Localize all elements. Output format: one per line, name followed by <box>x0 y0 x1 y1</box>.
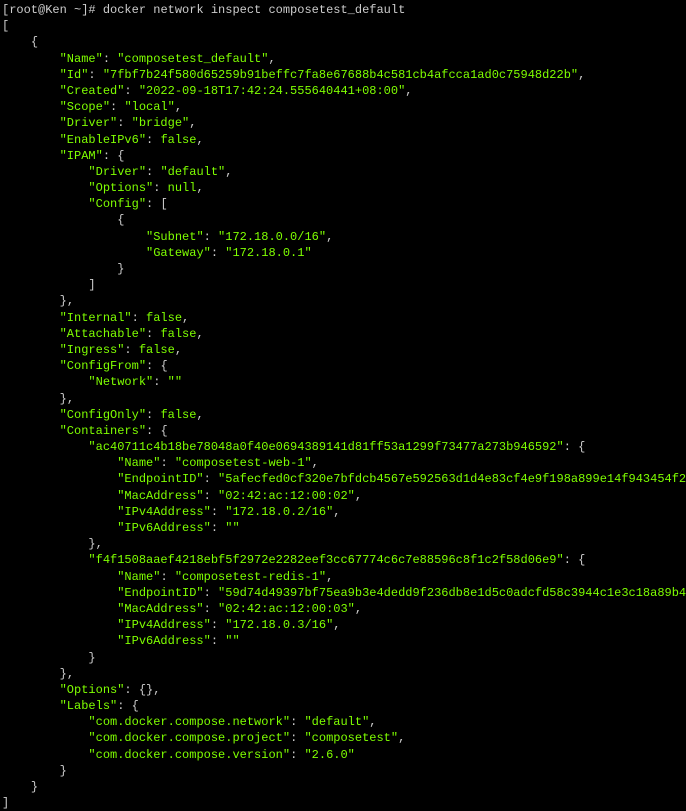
json-value: "bridge" <box>132 116 190 130</box>
json-value: "composetest-redis-1" <box>175 570 326 584</box>
json-key: "Scope" <box>60 100 110 114</box>
json-key: "IPv4Address" <box>117 618 211 632</box>
json-key: "com.docker.compose.version" <box>88 748 290 762</box>
json-value: "172.18.0.1" <box>225 246 311 260</box>
json-key: "Name" <box>117 570 160 584</box>
json-value: false <box>146 311 182 325</box>
json-key: "Subnet" <box>146 230 204 244</box>
json-key: "Gateway" <box>146 246 211 260</box>
json-value: "7fbf7b24f580d65259b91beffc7fa8e67688b4c… <box>103 68 578 82</box>
json-key: "Ingress" <box>60 343 125 357</box>
json-value: "172.18.0.0/16" <box>218 230 326 244</box>
json-value: "2022-09-18T17:42:24.555640441+08:00" <box>139 84 405 98</box>
json-value: "172.18.0.3/16" <box>225 618 333 632</box>
json-key: "com.docker.compose.project" <box>88 731 290 745</box>
json-key: "Options" <box>88 181 153 195</box>
json-value: "172.18.0.2/16" <box>225 505 333 519</box>
json-value: "" <box>225 521 239 535</box>
json-value: "02:42:ac:12:00:02" <box>218 489 355 503</box>
json-value: "default" <box>160 165 225 179</box>
json-value: "composetest-web-1" <box>175 456 312 470</box>
shell-prompt: [root@Ken ~]# <box>2 3 103 17</box>
json-key: "Name" <box>117 456 160 470</box>
json-value: {} <box>139 683 153 697</box>
json-value: "" <box>225 634 239 648</box>
json-key: "MacAddress" <box>117 602 203 616</box>
json-key: "Driver" <box>88 165 146 179</box>
json-key: "Created" <box>60 84 125 98</box>
json-key: "Labels" <box>60 699 118 713</box>
json-key: "Driver" <box>60 116 118 130</box>
json-key: "IPv6Address" <box>117 521 211 535</box>
json-value: "5afecfed0cf320e7bfdcb4567e592563d1d4e83… <box>218 472 686 486</box>
json-key: "Id" <box>60 68 89 82</box>
json-value: "composetest_default" <box>117 52 268 66</box>
json-value: "local" <box>124 100 174 114</box>
json-value: "02:42:ac:12:00:03" <box>218 602 355 616</box>
json-key: "ConfigFrom" <box>60 359 146 373</box>
json-value: null <box>168 181 197 195</box>
json-key: "f4f1508aaef4218ebf5f2972e2282eef3cc6777… <box>88 553 563 567</box>
json-key: "EndpointID" <box>117 586 203 600</box>
shell-command: docker network inspect composetest_defau… <box>103 3 405 17</box>
json-key: "Options" <box>60 683 125 697</box>
json-key: "ac40711c4b18be78048a0f40e0694389141d81f… <box>88 440 563 454</box>
json-value: "default" <box>304 715 369 729</box>
json-value: false <box>139 343 175 357</box>
json-value: "59d74d49397bf75ea9b3e4dedd9f236db8e1d5c… <box>218 586 686 600</box>
json-key: "MacAddress" <box>117 489 203 503</box>
json-key: "Network" <box>88 375 153 389</box>
json-key: "com.docker.compose.network" <box>88 715 290 729</box>
json-key: "Containers" <box>60 424 146 438</box>
json-key: "Attachable" <box>60 327 146 341</box>
json-key: "IPAM" <box>60 149 103 163</box>
terminal-output: [root@Ken ~]# docker network inspect com… <box>2 2 684 811</box>
json-key: "EnableIPv6" <box>60 133 146 147</box>
json-key: "Internal" <box>60 311 132 325</box>
json-value: "2.6.0" <box>304 748 354 762</box>
json-key: "Config" <box>88 197 146 211</box>
json-value: false <box>160 133 196 147</box>
json-key: "EndpointID" <box>117 472 203 486</box>
json-value: false <box>160 327 196 341</box>
json-value: false <box>160 408 196 422</box>
json-value: "" <box>168 375 182 389</box>
json-key: "Name" <box>60 52 103 66</box>
json-value: "composetest" <box>304 731 398 745</box>
json-key: "IPv6Address" <box>117 634 211 648</box>
json-key: "IPv4Address" <box>117 505 211 519</box>
json-key: "ConfigOnly" <box>60 408 146 422</box>
